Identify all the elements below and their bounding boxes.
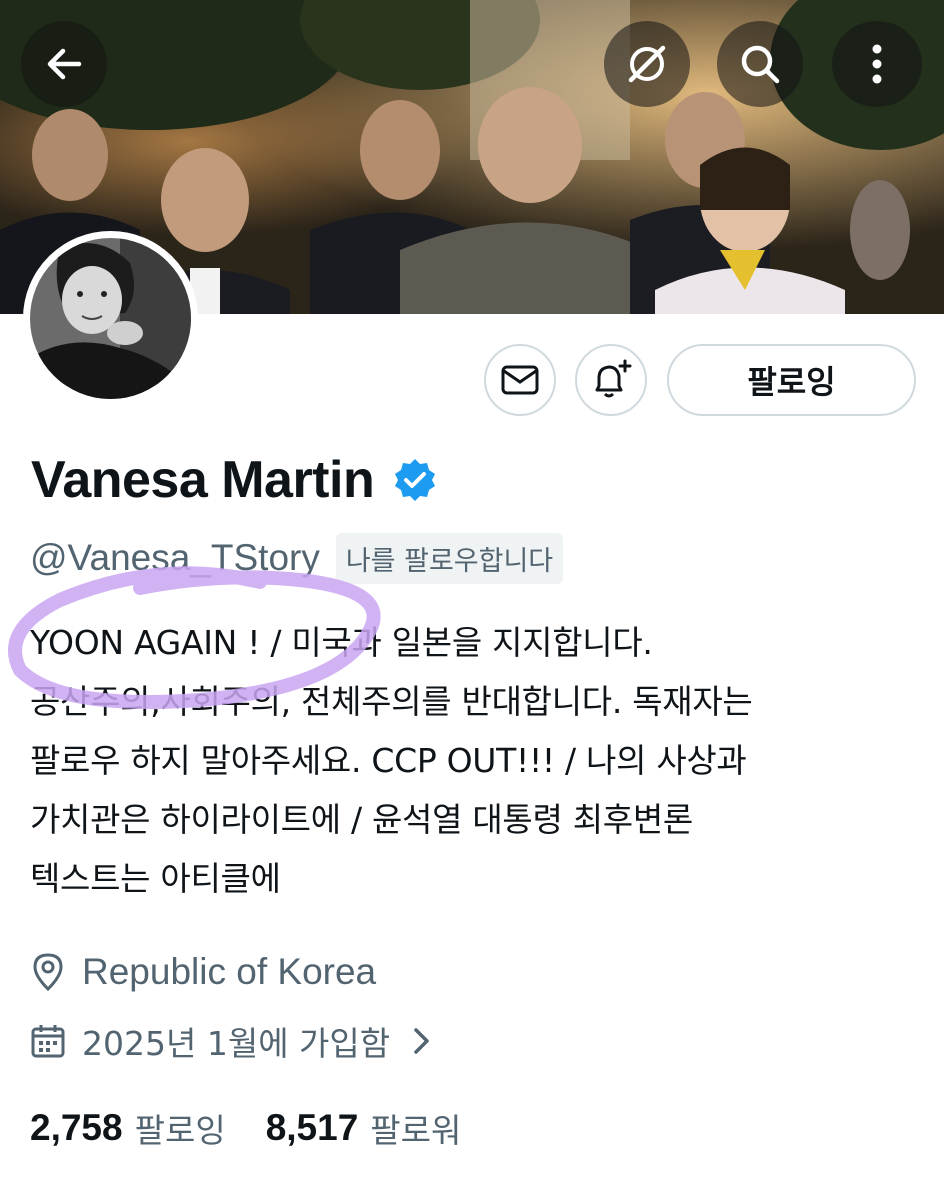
search-icon <box>741 45 780 84</box>
location-pin-icon <box>33 953 63 992</box>
display-name: Vanesa Martin <box>31 451 375 509</box>
location-text: Republic of Korea <box>82 951 377 992</box>
handle: @Vanesa_TStory <box>30 537 320 578</box>
bell-plus-icon <box>595 359 632 398</box>
followers-label: 팔로워 <box>370 1111 462 1150</box>
bio-line: 공산주의,사회주의, 전체주의를 반대합니다. 독재자는 <box>30 682 753 721</box>
satellite-off-icon <box>628 45 666 83</box>
location-row: Republic of Korea <box>30 947 376 997</box>
followers-count: 8,517 <box>265 1107 359 1148</box>
arrow-left-icon <box>47 48 82 80</box>
handle-row: @Vanesa_TStory 나를 팔로우합니다 <box>30 532 564 584</box>
envelope-icon <box>501 365 539 395</box>
bio-line: 팔로우 하지 말아주세요. CCP OUT!!! / 나의 사상과 <box>30 741 747 780</box>
back-button[interactable] <box>21 21 107 107</box>
bio-line: 가치관은 하이라이트에 / 윤석열 대통령 최후변론 <box>30 800 693 839</box>
bio: YOON AGAIN ! / 미국과 일본을 지지합니다. 공산주의,사회주의,… <box>30 613 910 908</box>
grok-button[interactable] <box>604 21 690 107</box>
calendar-icon <box>31 1025 65 1058</box>
more-button[interactable] <box>832 21 922 107</box>
bio-line: 텍스트는 아티클에 <box>30 859 281 898</box>
joined-row[interactable]: 2025년 1월에 가입함 <box>30 1016 432 1066</box>
bio-line: YOON AGAIN ! / 미국과 일본을 지지합니다. <box>30 623 653 662</box>
search-button[interactable] <box>717 21 803 107</box>
following-label: 팔로잉 <box>134 1111 226 1150</box>
following-button[interactable]: 팔로잉 <box>667 344 916 416</box>
profile-avatar[interactable] <box>23 231 198 406</box>
notifications-button[interactable] <box>575 344 647 416</box>
chevron-right-icon <box>414 1028 429 1054</box>
message-button[interactable] <box>484 344 556 416</box>
following-count: 2,758 <box>30 1107 123 1148</box>
follows-you-badge: 나를 팔로우합니다 <box>335 532 564 584</box>
joined-text: 2025년 1월에 가입함 <box>82 1024 391 1063</box>
more-vertical-icon <box>872 44 882 84</box>
verified-badge-icon[interactable] <box>392 457 438 503</box>
following-stat[interactable]: 2,758 팔로잉 <box>30 1104 226 1152</box>
avatar-photo <box>30 238 191 399</box>
stats-row: 2,758 팔로잉 8,517 팔로워 <box>30 1100 461 1156</box>
name-row: Vanesa Martin <box>31 448 438 512</box>
followers-stat[interactable]: 8,517 팔로워 <box>266 1104 462 1152</box>
